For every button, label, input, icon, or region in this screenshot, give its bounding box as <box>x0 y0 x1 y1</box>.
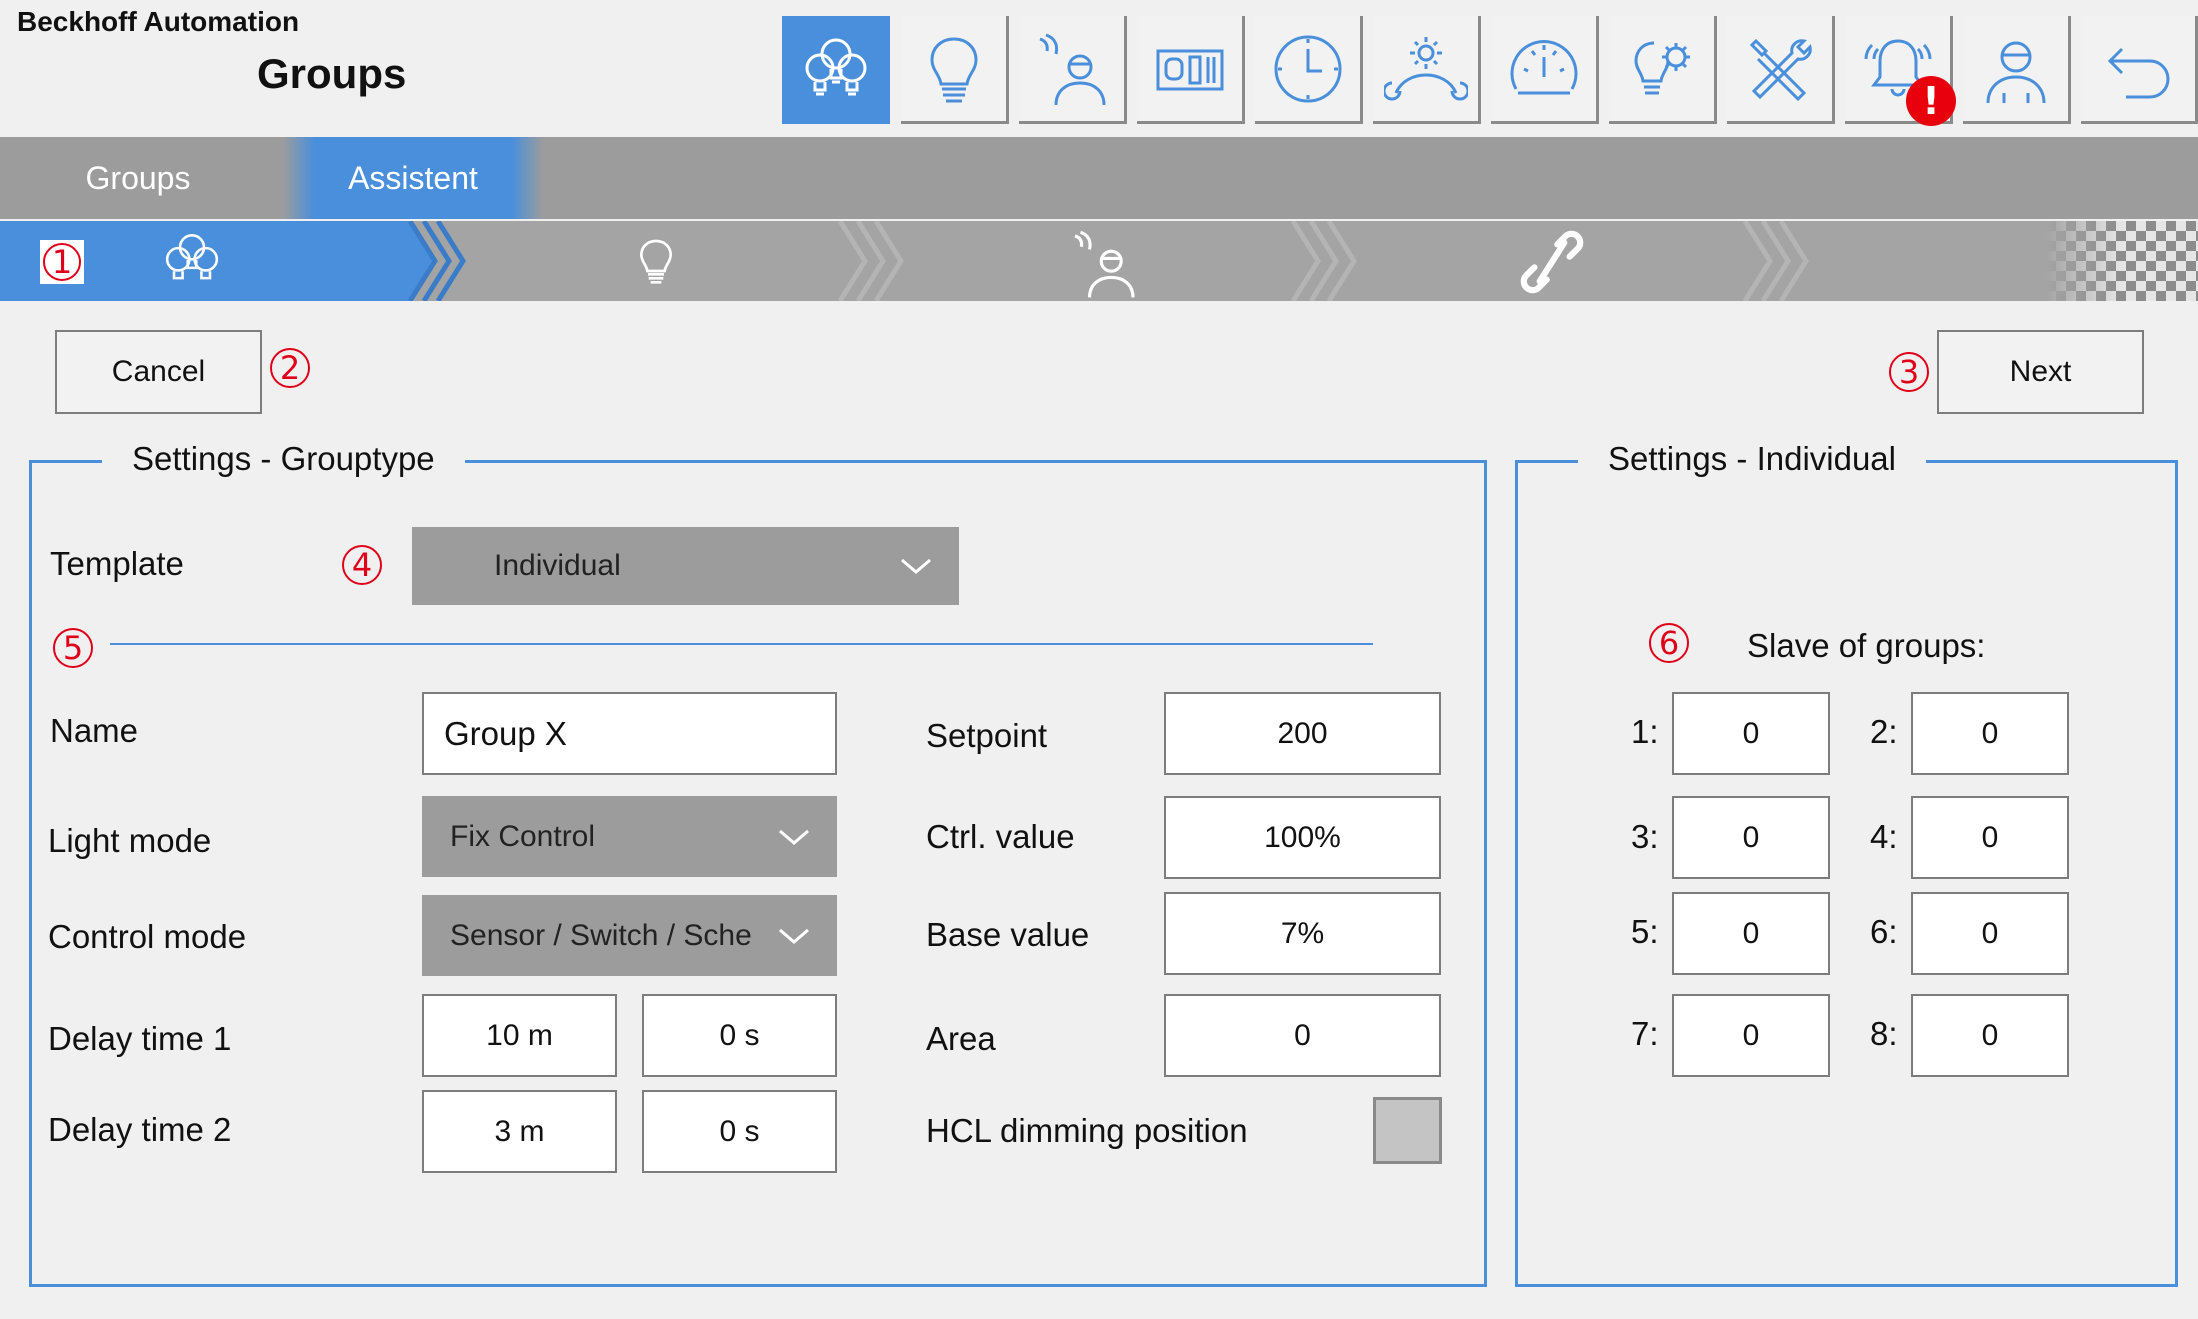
slave-4-input[interactable]: 0 <box>1911 796 2069 879</box>
slave-1-label: 1: <box>1631 713 1659 750</box>
tab-assistent[interactable]: Assistent <box>283 137 543 219</box>
grouptype-legend: Settings - Grouptype <box>102 440 465 478</box>
cancel-button[interactable]: Cancel <box>55 330 262 414</box>
slave-8-label: 8: <box>1870 1015 1898 1052</box>
user-icon <box>1986 41 2045 103</box>
template-value: Individual <box>494 549 621 582</box>
slave-6-input[interactable]: 0 <box>1911 892 2069 975</box>
alarm-badge: ! <box>1906 76 1956 126</box>
step-separator <box>380 221 466 301</box>
light-mode-value: Fix Control <box>450 819 596 853</box>
area-label: Area <box>926 1020 996 1057</box>
nav-daylight-button[interactable] <box>1373 16 1481 124</box>
tab-groups[interactable]: Groups <box>28 137 248 219</box>
template-label: Template <box>50 545 184 582</box>
individual-panel <box>1515 460 2178 1287</box>
bulb-gear-icon <box>1633 41 1690 94</box>
page-title: Groups <box>257 50 407 97</box>
delay-time-1-minutes[interactable]: 10 m <box>422 994 617 1077</box>
chevron-down-icon <box>779 829 809 845</box>
step-presence-icon <box>1074 230 1135 298</box>
nav-switch-button[interactable] <box>1137 16 1245 124</box>
slave-2-label: 2: <box>1870 713 1898 750</box>
presence-sensor-icon <box>1038 33 1105 105</box>
nav-config-button[interactable] <box>1609 16 1717 124</box>
slave-2-input[interactable]: 0 <box>1911 692 2069 775</box>
section-divider <box>110 643 1373 645</box>
nav-presence-button[interactable] <box>1019 16 1127 124</box>
marker-1-label: 1 <box>43 243 81 281</box>
bulb-icon <box>929 36 978 102</box>
nav-meter-button[interactable] <box>1491 16 1599 124</box>
step-separator <box>837 221 904 301</box>
step-separator <box>1290 221 1357 301</box>
control-mode-dropdown[interactable]: Sensor / Switch / Sche <box>422 895 837 976</box>
finish-flag-icon <box>2046 221 2198 301</box>
step-separator <box>1742 221 1809 301</box>
clock-icon <box>1274 35 1341 102</box>
nav-tools-button[interactable] <box>1727 16 1835 124</box>
groups-bulbs-icon <box>805 38 867 96</box>
template-dropdown[interactable]: Individual <box>412 527 959 605</box>
step-link-icon <box>1520 230 1584 294</box>
marker-1: 1 <box>40 240 84 284</box>
ctrl-value-label: Ctrl. value <box>926 818 1075 855</box>
marker-4: 4 <box>342 545 382 585</box>
name-label: Name <box>50 712 139 749</box>
slave-6-label: 6: <box>1870 913 1898 950</box>
chevron-down-icon <box>779 928 809 944</box>
gauge-icon <box>1510 39 1577 94</box>
slave-1-input[interactable]: 0 <box>1672 692 1830 775</box>
step-bulb-icon <box>639 239 673 284</box>
hcl-dimming-label: HCL dimming position <box>926 1112 1248 1149</box>
daylight-icon <box>1383 36 1468 100</box>
back-icon <box>2107 47 2170 98</box>
slave-5-label: 5: <box>1631 913 1659 950</box>
name-input[interactable]: Group X <box>422 692 837 775</box>
nav-groups-button[interactable] <box>782 16 890 124</box>
control-mode-label: Control mode <box>48 918 247 955</box>
hcl-dimming-checkbox[interactable] <box>1373 1097 1442 1164</box>
light-mode-label: Light mode <box>48 822 212 859</box>
marker-2: 2 <box>270 348 310 388</box>
switch-panel-icon <box>1156 49 1223 90</box>
light-mode-dropdown[interactable]: Fix Control <box>422 796 837 877</box>
delay-time-2-minutes[interactable]: 3 m <box>422 1090 617 1173</box>
marker-5: 5 <box>53 628 93 668</box>
setpoint-label: Setpoint <box>926 717 1048 754</box>
chevron-down-icon <box>901 558 931 574</box>
step-groups-icon <box>165 234 219 280</box>
slave-7-label: 7: <box>1631 1015 1659 1052</box>
base-value-input[interactable]: 7% <box>1164 892 1441 975</box>
delay-time-2-label: Delay time 2 <box>48 1111 232 1148</box>
tools-icon <box>1749 38 1812 101</box>
slave-5-input[interactable]: 0 <box>1672 892 1830 975</box>
nav-user-button[interactable] <box>1963 16 2071 124</box>
delay-time-1-seconds[interactable]: 0 s <box>642 994 837 1077</box>
delay-time-2-seconds[interactable]: 0 s <box>642 1090 837 1173</box>
slave-3-input[interactable]: 0 <box>1672 796 1830 879</box>
slave-groups-title: Slave of groups: <box>1747 627 1986 664</box>
area-input[interactable]: 0 <box>1164 994 1441 1077</box>
brand-name: Beckhoff Automation <box>17 6 300 37</box>
wizard-steps <box>0 221 2198 301</box>
base-value-label: Base value <box>926 916 1090 953</box>
delay-time-1-label: Delay time 1 <box>48 1020 232 1057</box>
control-mode-value: Sensor / Switch / Sche <box>450 918 752 952</box>
setpoint-input[interactable]: 200 <box>1164 692 1441 775</box>
individual-legend: Settings - Individual <box>1578 440 1926 478</box>
slave-3-label: 3: <box>1631 818 1659 855</box>
slave-8-input[interactable]: 0 <box>1911 994 2069 1077</box>
slave-4-label: 4: <box>1870 818 1898 855</box>
nav-lights-button[interactable] <box>901 16 1009 124</box>
marker-3: 3 <box>1889 352 1929 392</box>
ctrl-value-input[interactable]: 100% <box>1164 796 1441 879</box>
slave-7-input[interactable]: 0 <box>1672 994 1830 1077</box>
next-button[interactable]: Next <box>1937 330 2144 414</box>
nav-schedule-button[interactable] <box>1255 16 1363 124</box>
nav-back-button[interactable] <box>2081 16 2198 124</box>
marker-6: 6 <box>1649 623 1689 663</box>
